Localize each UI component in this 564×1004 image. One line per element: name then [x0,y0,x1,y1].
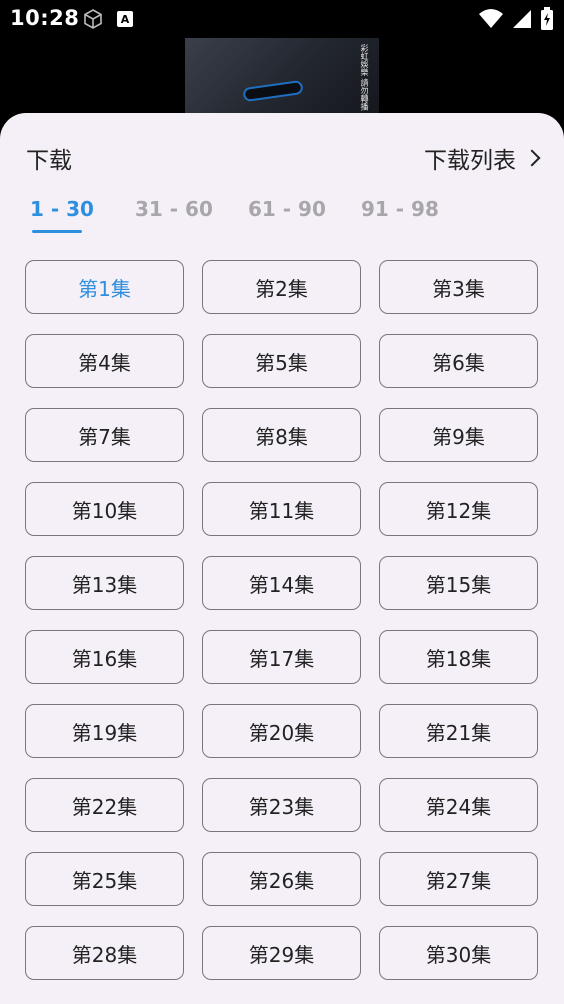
episode-button[interactable]: 第20集 [202,704,361,758]
cube-icon [82,8,104,34]
episode-button[interactable]: 第8集 [202,408,361,462]
tab-range-91-98[interactable]: 91 - 98 [361,197,439,221]
episode-button[interactable]: 第5集 [202,334,361,388]
episode-button[interactable]: 第18集 [379,630,538,684]
episode-button[interactable]: 第7集 [25,408,184,462]
episode-grid: 第1集 第2集 第3集 第4集 第5集 第6集 第7集 第8集 第9集 第10集 第11集 第12集第… [25,260,539,980]
episode-button[interactable]: 第13集 [25,556,184,610]
episode-button[interactable]: 第26集 [202,852,361,906]
episode-button[interactable]: 第22集 [25,778,184,832]
episode-button[interactable]: 第24集 [379,778,538,832]
download-list-label: 下载列表 [424,148,516,174]
video-overlay-text: 彩虹娛樂 請勿轉播 [360,44,369,111]
episode-button[interactable]: 第4集 [25,334,184,388]
episode-button[interactable]: 第3集 [379,260,538,314]
episode-button[interactable]: 第30集 [379,926,538,980]
episode-button[interactable]: 第14集 [202,556,361,610]
episode-button[interactable]: 第21集 [379,704,538,758]
download-list-button[interactable]: 下载列表 [424,141,541,175]
tab-range-1-30[interactable]: 1 - 30 [30,197,94,221]
episode-button[interactable]: 第1集 [25,260,184,314]
episode-button[interactable]: 第25集 [25,852,184,906]
video-frame-detail [242,79,304,103]
tab-range-61-90[interactable]: 61 - 90 [248,197,326,221]
wifi-icon [478,8,504,34]
episode-button[interactable]: 第9集 [379,408,538,462]
episode-button[interactable]: 第28集 [25,926,184,980]
episode-button[interactable]: 第11集 [202,482,361,536]
episode-button[interactable]: 第12集 [379,482,538,536]
svg-text:A: A [121,13,130,26]
active-tab-indicator [32,230,82,233]
episode-button[interactable]: 第29集 [202,926,361,980]
episode-button[interactable]: 第17集 [202,630,361,684]
chevron-right-icon [523,149,541,167]
sheet-title: 下载 [26,148,72,174]
status-time: 10:28 [10,6,80,30]
keyboard-a-icon: A [116,10,134,32]
episode-button[interactable]: 第23集 [202,778,361,832]
episode-button[interactable]: 第2集 [202,260,361,314]
episode-button[interactable]: 第16集 [25,630,184,684]
download-sheet: 下载 下载列表 1 - 30 31 - 60 61 - 90 91 - 98 第… [0,113,564,1004]
battery-charging-icon [540,7,554,35]
tab-range-31-60[interactable]: 31 - 60 [135,197,213,221]
episode-button[interactable]: 第6集 [379,334,538,388]
cellular-signal-icon [512,8,532,34]
episode-button[interactable]: 第27集 [379,852,538,906]
episode-button[interactable]: 第15集 [379,556,538,610]
episode-button[interactable]: 第10集 [25,482,184,536]
episode-button[interactable]: 第19集 [25,704,184,758]
status-bar: 10:28 A [0,0,564,38]
video-thumbnail[interactable]: 彩虹娛樂 請勿轉播 [185,38,379,118]
